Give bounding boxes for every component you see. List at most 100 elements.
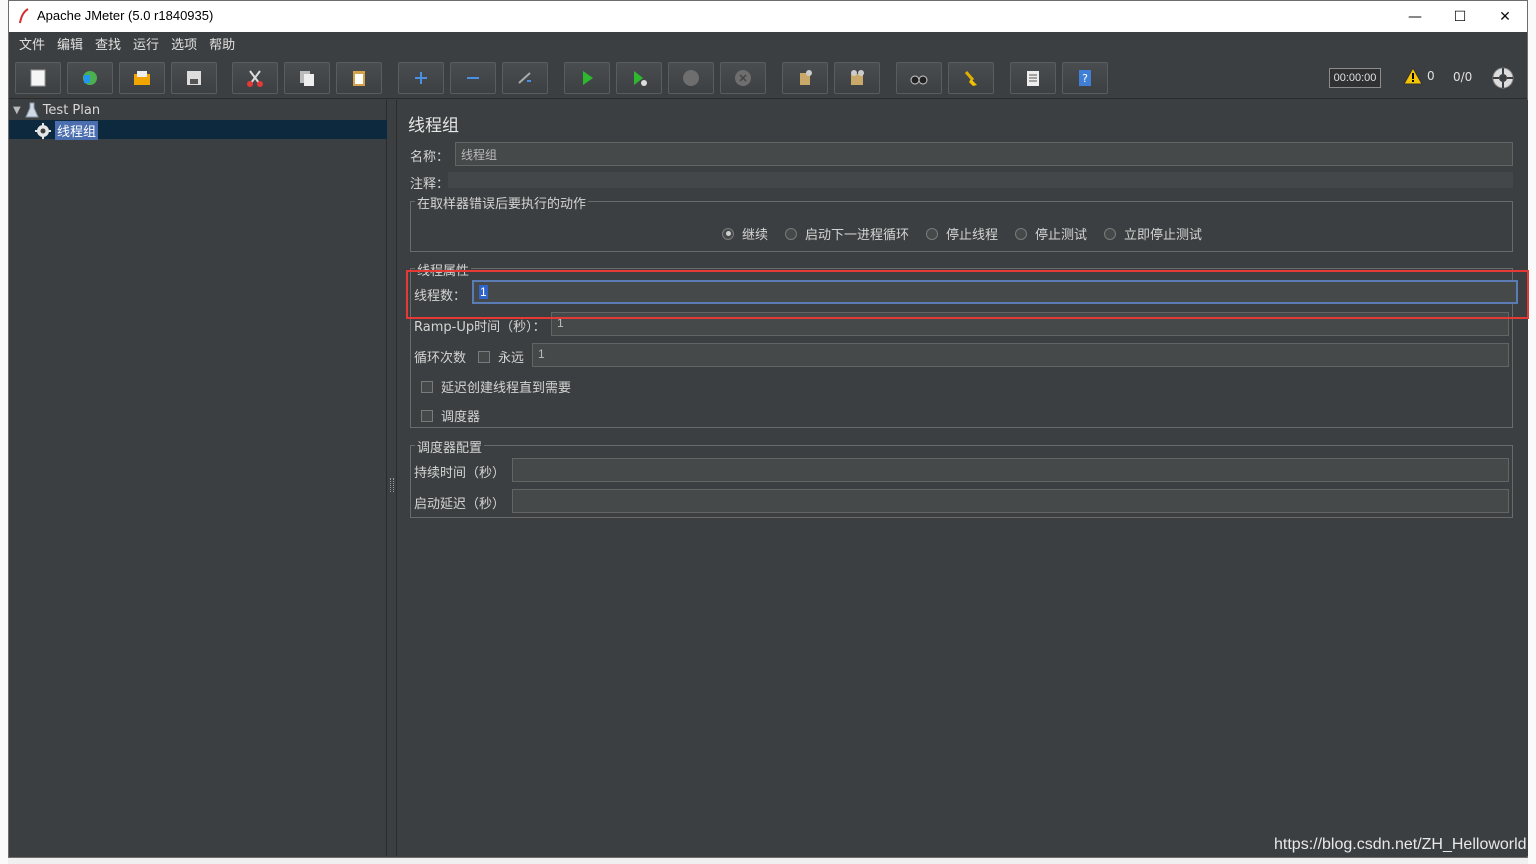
help-icon: ? xyxy=(1079,70,1091,86)
radio-label: 启动下一进程循环 xyxy=(805,228,910,243)
shutdown-button[interactable] xyxy=(720,62,766,94)
plus-icon xyxy=(415,72,427,84)
reset-search-button[interactable] xyxy=(948,62,994,94)
expand-triangle-icon[interactable]: ▼ xyxy=(13,105,21,116)
menu-run[interactable]: 运行 xyxy=(127,34,165,53)
radio-stop-thread[interactable]: 停止线程 xyxy=(926,224,998,243)
startup-delay-field[interactable] xyxy=(512,489,1509,513)
name-field[interactable]: 线程组 xyxy=(455,142,1513,166)
jmeter-window: Apache JMeter (5.0 r1840935) — ☐ ✕ 文件 编辑… xyxy=(8,0,1529,858)
thread-group-panel: 线程组 名称： 线程组 注释： 在取样器错误后要执行的动作 继续 启动下一进程循… xyxy=(398,100,1528,856)
menu-options[interactable]: 选项 xyxy=(165,34,203,53)
save-icon xyxy=(187,71,201,85)
comment-field[interactable] xyxy=(448,172,1513,188)
radio-stop-test-now[interactable]: 立即停止测试 xyxy=(1104,224,1202,243)
menu-search[interactable]: 查找 xyxy=(89,34,127,53)
paste-icon xyxy=(353,71,365,86)
tree-node-label: Test Plan xyxy=(42,102,101,118)
tree-node-test-plan[interactable]: ▼ Test Plan xyxy=(13,102,100,118)
templates-button[interactable] xyxy=(67,62,113,94)
binoculars-icon xyxy=(910,75,928,85)
clear-all-button[interactable] xyxy=(834,62,880,94)
comment-label: 注释： xyxy=(410,177,450,192)
duration-field[interactable] xyxy=(512,458,1509,482)
checkbox-box xyxy=(421,409,433,422)
broom-gears-icon xyxy=(851,70,864,85)
copy-button[interactable] xyxy=(284,62,330,94)
warning-count: 0 xyxy=(1427,69,1435,83)
checkbox-box xyxy=(421,380,433,393)
minimize-button[interactable]: — xyxy=(1392,1,1438,32)
copy-icon xyxy=(300,71,314,86)
close-button[interactable]: ✕ xyxy=(1482,1,1528,32)
window-title: Apache JMeter (5.0 r1840935) xyxy=(37,8,214,23)
scheduler-label: 调度器 xyxy=(441,410,481,425)
radio-dot xyxy=(926,227,938,240)
stop-button[interactable] xyxy=(668,62,714,94)
svg-text:?: ? xyxy=(1082,72,1088,85)
background-left xyxy=(0,0,8,864)
flask-icon xyxy=(24,102,39,118)
radio-label: 停止线程 xyxy=(946,228,999,243)
active-threads-count: 0/0 xyxy=(1453,70,1473,84)
elapsed-timer: 00:00:00 xyxy=(1329,68,1381,88)
warnings-indicator[interactable]: 0 xyxy=(1403,67,1435,85)
remote-status-icon[interactable] xyxy=(1491,66,1515,90)
templates-icon xyxy=(83,71,97,85)
radio-dot xyxy=(1015,227,1027,240)
panel-title: 线程组 xyxy=(408,116,459,136)
radio-continue[interactable]: 继续 xyxy=(722,224,768,243)
minus-icon xyxy=(467,77,479,79)
toolbar: ? 00:00:00 0 0/0 xyxy=(9,57,1527,99)
scheduler-checkbox[interactable]: 调度器 xyxy=(421,406,480,425)
toggle-wand-icon xyxy=(518,72,531,84)
cut-button[interactable] xyxy=(232,62,278,94)
jmeter-feather-icon xyxy=(19,8,29,24)
forever-checkbox[interactable]: 永远 xyxy=(478,347,524,366)
help-button[interactable]: ? xyxy=(1062,62,1108,94)
search-button[interactable] xyxy=(896,62,942,94)
play-icon xyxy=(583,71,593,85)
name-label: 名称： xyxy=(410,150,450,165)
toggle-button[interactable] xyxy=(502,62,548,94)
loop-count-label: 循环次数 xyxy=(414,351,467,366)
menu-file[interactable]: 文件 xyxy=(13,34,51,53)
clear-button[interactable] xyxy=(782,62,828,94)
radio-dot xyxy=(1104,227,1116,240)
menu-help[interactable]: 帮助 xyxy=(203,34,241,53)
scheduler-config-legend: 调度器配置 xyxy=(415,437,485,456)
tree-node-thread-group[interactable]: 线程组 xyxy=(35,121,99,140)
collapse-all-button[interactable] xyxy=(450,62,496,94)
open-button[interactable] xyxy=(119,62,165,94)
on-error-legend: 在取样器错误后要执行的动作 xyxy=(415,193,589,212)
gear-icon xyxy=(35,122,51,139)
startup-delay-label: 启动延迟（秒） xyxy=(414,497,506,512)
paste-button[interactable] xyxy=(336,62,382,94)
divider-grip[interactable] xyxy=(390,478,394,492)
warning-icon xyxy=(1403,67,1423,85)
loop-count-field[interactable]: 1 xyxy=(532,343,1509,367)
stop-icon xyxy=(683,70,699,86)
menu-bar: 文件 编辑 查找 运行 选项 帮助 xyxy=(9,32,1527,54)
new-button[interactable] xyxy=(15,62,61,94)
menu-edit[interactable]: 编辑 xyxy=(51,34,89,53)
open-folder-icon xyxy=(134,71,150,85)
start-no-pauses-button[interactable] xyxy=(616,62,662,94)
save-button[interactable] xyxy=(171,62,217,94)
radio-label: 立即停止测试 xyxy=(1124,228,1203,243)
radio-start-next-loop[interactable]: 启动下一进程循环 xyxy=(785,224,909,243)
delay-thread-creation-checkbox[interactable]: 延迟创建线程直到需要 xyxy=(421,377,571,396)
maximize-button[interactable]: ☐ xyxy=(1437,1,1483,32)
title-bar: Apache JMeter (5.0 r1840935) — ☐ ✕ xyxy=(9,1,1527,32)
checkbox-box xyxy=(478,350,490,363)
radio-dot xyxy=(722,227,734,240)
start-button[interactable] xyxy=(564,62,610,94)
expand-all-button[interactable] xyxy=(398,62,444,94)
delay-thread-creation-label: 延迟创建线程直到需要 xyxy=(441,381,572,396)
split-pane-divider[interactable] xyxy=(387,100,397,856)
broom-icon xyxy=(964,71,977,86)
tree-node-label-selected: 线程组 xyxy=(55,121,99,140)
function-helper-button[interactable] xyxy=(1010,62,1056,94)
radio-stop-test[interactable]: 停止测试 xyxy=(1015,224,1087,243)
duration-label: 持续时间（秒） xyxy=(414,466,506,481)
